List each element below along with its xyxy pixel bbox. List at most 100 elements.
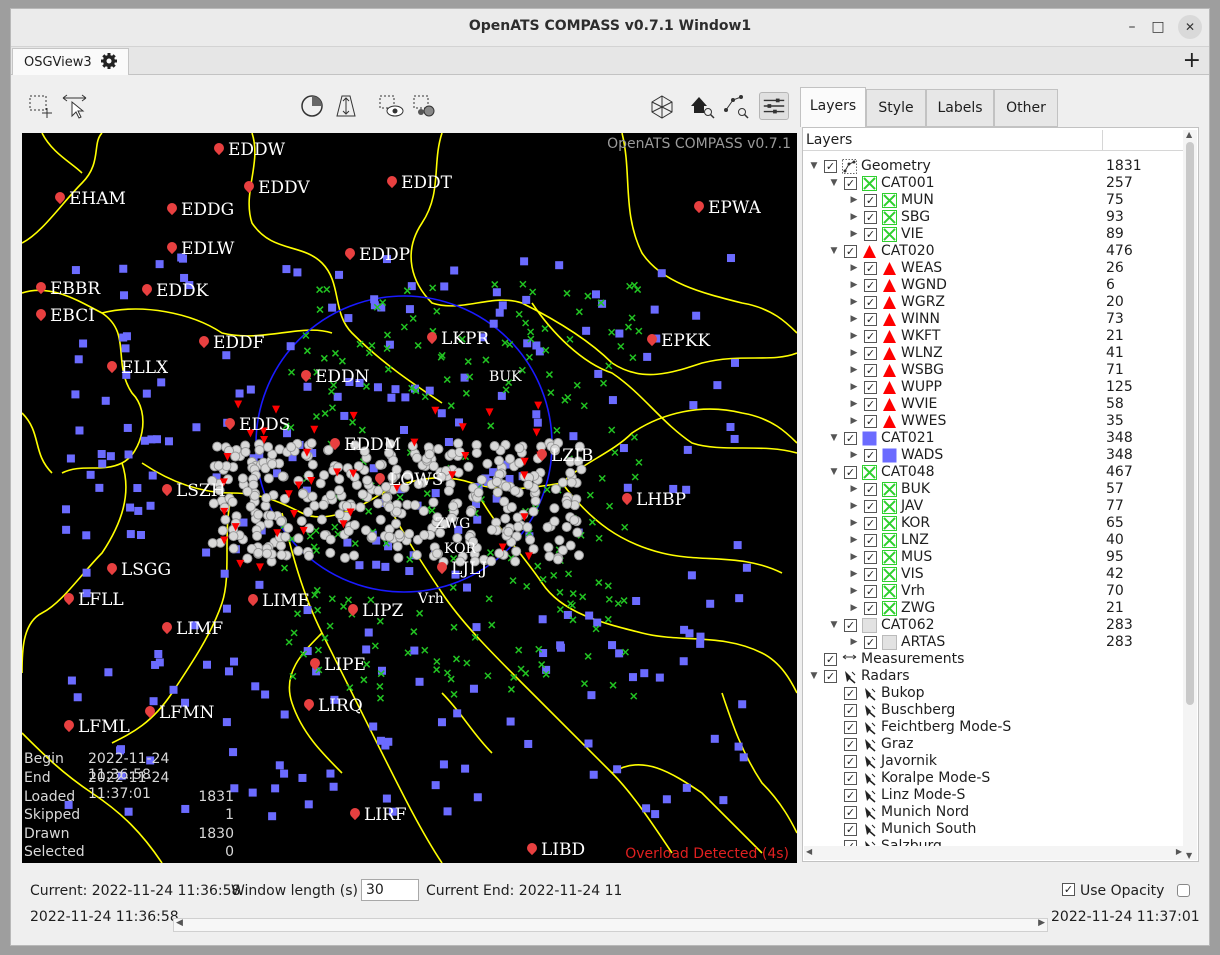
tree-row[interactable]: ▼ ✓ CAT048 467 bbox=[803, 464, 1183, 481]
tree-row[interactable]: ▶ ✓ WEAS 26 bbox=[803, 260, 1183, 277]
tree-row[interactable]: ▶ ✓ WINN 73 bbox=[803, 311, 1183, 328]
expand-arrow-icon[interactable]: ▶ bbox=[849, 345, 859, 362]
tab-layers[interactable]: Layers bbox=[800, 87, 866, 127]
tree-row[interactable]: ▼ ✓ Geometry 1831 bbox=[803, 158, 1183, 175]
layer-visibility-checkbox[interactable]: ✓ bbox=[844, 806, 857, 819]
layer-visibility-checkbox[interactable]: ✓ bbox=[864, 364, 877, 377]
minimize-button[interactable]: – bbox=[1121, 16, 1143, 38]
tab-osgview3[interactable]: OSGView3 bbox=[12, 48, 129, 75]
tree-row[interactable]: ▶ ✓ BUK 57 bbox=[803, 481, 1183, 498]
layer-visibility-checkbox[interactable]: ✓ bbox=[864, 330, 877, 343]
tab-other[interactable]: Other bbox=[994, 89, 1058, 127]
gear-icon[interactable] bbox=[100, 52, 118, 70]
tree-row[interactable]: ▶ ✓ WGRZ 20 bbox=[803, 294, 1183, 311]
tree-row[interactable]: ▶ ✓ KOR 65 bbox=[803, 515, 1183, 532]
layer-visibility-checkbox[interactable]: ✓ bbox=[844, 755, 857, 768]
tree-row[interactable]: ▶ ✓ WUPP 125 bbox=[803, 379, 1183, 396]
layer-visibility-checkbox[interactable]: ✓ bbox=[864, 534, 877, 547]
expand-arrow-icon[interactable]: ▶ bbox=[849, 362, 859, 379]
layer-visibility-checkbox[interactable]: ✓ bbox=[864, 568, 877, 581]
expand-arrow-icon[interactable]: ▶ bbox=[849, 328, 859, 345]
layer-visibility-checkbox[interactable]: ✓ bbox=[864, 449, 877, 462]
tree-row[interactable]: ✓ Graz bbox=[803, 736, 1183, 753]
tree-row[interactable]: ▶ ✓ WADS 348 bbox=[803, 447, 1183, 464]
collapse-arrow-icon[interactable]: ▼ bbox=[829, 617, 839, 634]
tree-row[interactable]: ▶ ✓ WLNZ 41 bbox=[803, 345, 1183, 362]
slider-left-icon[interactable]: ◀ bbox=[176, 918, 183, 928]
expand-arrow-icon[interactable]: ▶ bbox=[849, 226, 859, 243]
layer-visibility-checkbox[interactable]: ✓ bbox=[844, 432, 857, 445]
window-length-input[interactable]: 30 bbox=[361, 879, 419, 901]
expand-arrow-icon[interactable]: ▶ bbox=[849, 294, 859, 311]
layer-visibility-checkbox[interactable]: ✓ bbox=[864, 262, 877, 275]
height-filter-icon[interactable] bbox=[331, 92, 361, 120]
layer-visibility-checkbox[interactable]: ✓ bbox=[844, 619, 857, 632]
layer-tree[interactable]: Layers ▼ ✓ Geometry 1831 ▼ ✓ CAT001 257 ▶ ✓ MUN 75 ▶… bbox=[802, 127, 1199, 862]
extra-checkbox[interactable] bbox=[1177, 884, 1190, 897]
view-eye-icon[interactable] bbox=[377, 92, 407, 120]
tree-row[interactable]: ▼ ✓ Radars bbox=[803, 668, 1183, 685]
layer-visibility-checkbox[interactable]: ✓ bbox=[824, 653, 837, 666]
collapse-arrow-icon[interactable]: ▼ bbox=[829, 243, 839, 260]
tree-row[interactable]: ✓ Buschberg bbox=[803, 702, 1183, 719]
layer-visibility-checkbox[interactable]: ✓ bbox=[844, 772, 857, 785]
tree-row[interactable]: ✓ Linz Mode-S bbox=[803, 787, 1183, 804]
tree-row[interactable]: ▶ ✓ WVIE 58 bbox=[803, 396, 1183, 413]
tree-row[interactable]: ▶ ✓ WKFT 21 bbox=[803, 328, 1183, 345]
measure-tool-icon[interactable] bbox=[60, 92, 90, 120]
tree-row[interactable]: ▶ ✓ VIS 42 bbox=[803, 566, 1183, 583]
scroll-right-icon[interactable]: ▶ bbox=[1176, 847, 1182, 856]
layer-visibility-checkbox[interactable]: ✓ bbox=[844, 704, 857, 717]
layer-visibility-checkbox[interactable]: ✓ bbox=[864, 347, 877, 360]
collapse-arrow-icon[interactable]: ▼ bbox=[829, 464, 839, 481]
expand-arrow-icon[interactable]: ▶ bbox=[849, 192, 859, 209]
close-button[interactable]: ✕ bbox=[1179, 16, 1201, 38]
settings-sliders-icon[interactable] bbox=[759, 92, 789, 120]
slider-right-icon[interactable]: ▶ bbox=[1038, 918, 1045, 928]
layer-visibility-checkbox[interactable]: ✓ bbox=[864, 551, 877, 564]
tree-row[interactable]: ▶ ✓ SBG 93 bbox=[803, 209, 1183, 226]
tree-row[interactable]: ✓ Measurements bbox=[803, 651, 1183, 668]
layer-visibility-checkbox[interactable]: ✓ bbox=[864, 194, 877, 207]
expand-arrow-icon[interactable]: ▶ bbox=[849, 498, 859, 515]
expand-arrow-icon[interactable]: ▶ bbox=[849, 634, 859, 651]
scroll-left-icon[interactable]: ◀ bbox=[806, 847, 812, 856]
layer-visibility-checkbox[interactable]: ✓ bbox=[844, 245, 857, 258]
expand-arrow-icon[interactable]: ▶ bbox=[849, 311, 859, 328]
maximize-button[interactable]: □ bbox=[1147, 16, 1169, 38]
layer-visibility-checkbox[interactable]: ✓ bbox=[864, 381, 877, 394]
layer-visibility-checkbox[interactable]: ✓ bbox=[864, 279, 877, 292]
layer-visibility-checkbox[interactable]: ✓ bbox=[844, 789, 857, 802]
tree-row[interactable]: ✓ Munich South bbox=[803, 821, 1183, 838]
expand-arrow-icon[interactable]: ▶ bbox=[849, 396, 859, 413]
tree-row[interactable]: ▶ ✓ WGND 6 bbox=[803, 277, 1183, 294]
globe-view-icon[interactable] bbox=[647, 92, 677, 120]
expand-arrow-icon[interactable]: ▶ bbox=[849, 447, 859, 464]
expand-arrow-icon[interactable]: ▶ bbox=[849, 549, 859, 566]
map-view[interactable]: OpenATS COMPASS v0.7.1 EDDW EDDV EDDT EHAM E… bbox=[22, 133, 797, 863]
tree-row[interactable]: ▶ ✓ MUN 75 bbox=[803, 192, 1183, 209]
tree-row[interactable]: ▶ ✓ JAV 77 bbox=[803, 498, 1183, 515]
collapse-arrow-icon[interactable]: ▼ bbox=[829, 175, 839, 192]
layer-visibility-checkbox[interactable]: ✓ bbox=[864, 211, 877, 224]
layer-visibility-checkbox[interactable]: ✓ bbox=[844, 823, 857, 836]
expand-arrow-icon[interactable]: ▶ bbox=[849, 379, 859, 396]
expand-arrow-icon[interactable]: ▶ bbox=[849, 413, 859, 430]
home-zoom-icon[interactable] bbox=[687, 92, 717, 120]
scroll-up-icon[interactable]: ▲ bbox=[1186, 130, 1192, 139]
layer-visibility-checkbox[interactable]: ✓ bbox=[864, 398, 877, 411]
tree-row[interactable]: ▶ ✓ WSBG 71 bbox=[803, 362, 1183, 379]
tree-row[interactable]: ▶ ✓ WWES 35 bbox=[803, 413, 1183, 430]
tree-row[interactable]: ▼ ✓ CAT020 476 bbox=[803, 243, 1183, 260]
tree-row[interactable]: ▶ ✓ ZWG 21 bbox=[803, 600, 1183, 617]
tree-row[interactable]: ▼ ✓ CAT021 348 bbox=[803, 430, 1183, 447]
tree-row[interactable]: ▶ ✓ MUS 95 bbox=[803, 549, 1183, 566]
time-filter-icon[interactable] bbox=[297, 92, 327, 120]
layer-visibility-checkbox[interactable]: ✓ bbox=[864, 602, 877, 615]
tab-style[interactable]: Style bbox=[866, 89, 926, 127]
layer-visibility-checkbox[interactable]: ✓ bbox=[864, 585, 877, 598]
expand-arrow-icon[interactable]: ▶ bbox=[849, 600, 859, 617]
layer-visibility-checkbox[interactable]: ✓ bbox=[864, 483, 877, 496]
layer-visibility-checkbox[interactable]: ✓ bbox=[824, 160, 837, 173]
tree-row[interactable]: ✓ Koralpe Mode-S bbox=[803, 770, 1183, 787]
